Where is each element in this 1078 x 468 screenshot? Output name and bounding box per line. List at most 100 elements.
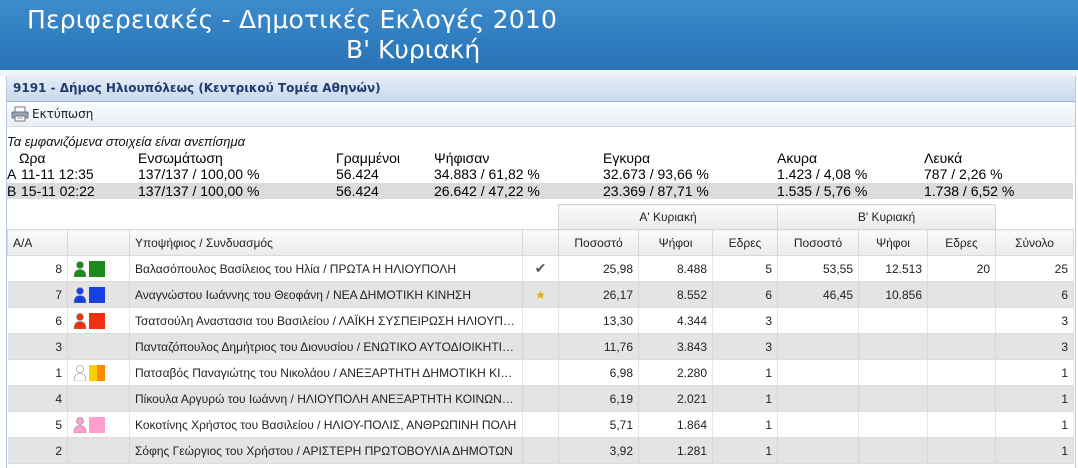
row-votes-b [858,307,929,334]
row-pct-b [777,307,860,334]
row-candidate[interactable]: Αναγνώστου Ιωάννης του Θεοφάνη / ΝΕΑ ΔΗΜ… [129,281,523,308]
unofficial-notice: Τα εμφανιζόμενα στοιχεία είναι ανεπίσημα [7,134,246,149]
row-votes-b: 12.513 [858,255,929,282]
row-seats-a: 1 [712,411,779,438]
col-mark [522,229,559,256]
row-total: 25 [995,255,1075,282]
print-button[interactable]: Εκτύπωση [11,105,93,123]
col-seats-b[interactable]: Εδρες [927,229,997,256]
summary-invalid: 1.535 / 5,76 % [777,183,868,199]
col-votes-a[interactable]: Ψήφοι [638,229,713,256]
summary-col-time: Ωρα [19,150,46,166]
row-icons [67,385,130,412]
person-icon [73,286,87,303]
col-aa[interactable]: Α/Α [7,229,68,256]
row-votes-b [858,385,929,412]
row-seats-a: 1 [712,437,779,464]
row-seats-b [927,385,997,412]
row-pct-a: 26,17 [558,281,639,308]
summary-integration: 137/137 / 100,00 % [138,183,260,199]
row-icons [67,411,130,438]
summary-header: Ωρα Ενσωμάτωση Γραμμένοι Ψήφισαν Εγκυρα … [7,150,1073,166]
site-header: Περιφερειακές - Δημοτικές Εκλογές 2010 Β… [0,0,1078,70]
col-total[interactable]: Σύνολο [995,229,1075,256]
candidate-row[interactable]: 3 Πανταζόπουλος Δημήτριος του Διονυσίου /… [7,333,1075,360]
row-icons [67,307,130,334]
row-total: 3 [995,333,1075,360]
row-icons [67,359,130,386]
candidate-row[interactable]: 7 Αναγνώστου Ιωάννης του Θεοφάνη / ΝΕΑ ΔΗ… [7,281,1075,308]
row-candidate[interactable]: Πατσαβός Παναγιώτης του Νικολάου / ΑΝΕΞΑ… [129,359,523,386]
row-aa: 5 [7,411,68,438]
row-seats-b: 20 [927,255,997,282]
row-seats-b [927,437,997,464]
summary-time: 15-11 02:22 [21,183,95,199]
row-aa: 3 [7,333,68,360]
row-votes-a: 8.552 [638,281,713,308]
summary-registered: 56.424 [336,183,379,199]
candidate-row[interactable]: 1 Πατσαβός Παναγιώτης του Νικολάου / ΑΝΕΞ… [7,359,1075,386]
summary-row-label: Β [7,183,17,199]
row-votes-a: 8.488 [638,255,713,282]
municipality-title: 9191 - Δήμος Ηλιουπόλεως (Κεντρικού Τομέ… [13,81,381,95]
column-header-row: Α/Α Υποψήφιος / Συνδυασμός Ποσοστό Ψήφοι… [7,229,1075,256]
row-pct-b [777,411,860,438]
col-candidate[interactable]: Υποψήφιος / Συνδυασμός [129,229,523,256]
row-aa: 4 [7,385,68,412]
printer-icon [11,106,29,122]
row-votes-b [858,359,929,386]
panel-title-bar: 9191 - Δήμος Ηλιουπόλεως (Κεντρικού Τομέ… [7,76,1075,102]
candidate-row[interactable]: 2 Σόφης Γεώργιος του Χρήστου / ΑΡΙΣΤΕΡΗ Π… [7,437,1075,464]
summary-voted: 26.642 / 47,22 % [434,183,540,199]
summary-col-invalid: Ακυρα [777,150,818,166]
row-votes-a: 2.280 [638,359,713,386]
site-title: Περιφερειακές - Δημοτικές Εκλογές 2010 [27,5,558,34]
row-candidate[interactable]: Βαλασόπουλος Βασίλειος του Ηλία / ΠΡΩΤΑ … [129,255,523,282]
row-pct-a: 5,71 [558,411,639,438]
row-pct-a: 11,76 [558,333,639,360]
summary-col-blank: Λευκά [924,150,963,166]
row-seats-b [927,307,997,334]
row-seats-b [927,411,997,438]
row-seats-a: 5 [712,255,779,282]
col-pct-b[interactable]: Ποσοστό [777,229,860,256]
person-icon [73,364,87,381]
summary-integration: 137/137 / 100,00 % [138,166,260,182]
row-pct-b [777,359,860,386]
candidate-row[interactable]: 5 Κοκοτίνης Χρήστος του Βασιλείου / ΗΛΙΟΥ… [7,411,1075,438]
row-mark: ✔ [522,255,559,282]
summary-row-label: Α [7,166,17,182]
summary-col-integration: Ενσωμάτωση [138,150,223,166]
row-aa: 2 [7,437,68,464]
row-total: 6 [995,281,1075,308]
person-icon [73,312,87,329]
summary-col-registered: Γραμμένοι [336,150,401,166]
row-candidate[interactable]: Πίκουλα Αργυρώ του Ιωάννη / ΗΛΙΟΥΠΟΛΗ ΑΝ… [129,385,523,412]
col-pct-a[interactable]: Ποσοστό [558,229,639,256]
col-seats-a[interactable]: Εδρες [711,229,779,256]
row-votes-a: 1.281 [638,437,713,464]
row-mark [522,385,559,412]
row-seats-a: 1 [712,359,779,386]
col-votes-b[interactable]: Ψήφοι [858,229,929,256]
row-icons [67,281,130,308]
row-mark [522,359,559,386]
row-candidate[interactable]: Σόφης Γεώργιος του Χρήστου / ΑΡΙΣΤΕΡΗ ΠΡ… [129,437,523,464]
summary-registered: 56.424 [336,166,379,182]
row-seats-a: 3 [712,333,779,360]
row-pct-a: 25,98 [558,255,639,282]
row-aa: 7 [7,281,68,308]
candidate-row[interactable]: 6 Τσατσούλη Αναστασια του Βασιλείου / ΛΑΪ… [7,307,1075,334]
summary-valid: 23.369 / 87,71 % [603,183,709,199]
row-pct-b [777,333,860,360]
summary-col-voted: Ψήφισαν [434,150,490,166]
candidate-row[interactable]: 8 Βαλασόπουλος Βασίλειος του Ηλία / ΠΡΩΤΑ… [7,255,1075,282]
row-candidate[interactable]: Πανταζόπουλος Δημήτριος του Διονυσίου / … [129,333,523,360]
row-seats-b [927,281,997,308]
summary-col-valid: Εγκυρα [603,150,651,166]
print-label: Εκτύπωση [32,107,94,121]
candidate-row[interactable]: 4 Πίκουλα Αργυρώ του Ιωάννη / ΗΛΙΟΥΠΟΛΗ Α… [7,385,1075,412]
row-candidate[interactable]: Τσατσούλη Αναστασια του Βασιλείου / ΛΑΪΚ… [129,307,523,334]
row-mark [522,307,559,334]
row-candidate[interactable]: Κοκοτίνης Χρήστος του Βασιλείου / ΗΛΙΟΥ-… [129,411,523,438]
